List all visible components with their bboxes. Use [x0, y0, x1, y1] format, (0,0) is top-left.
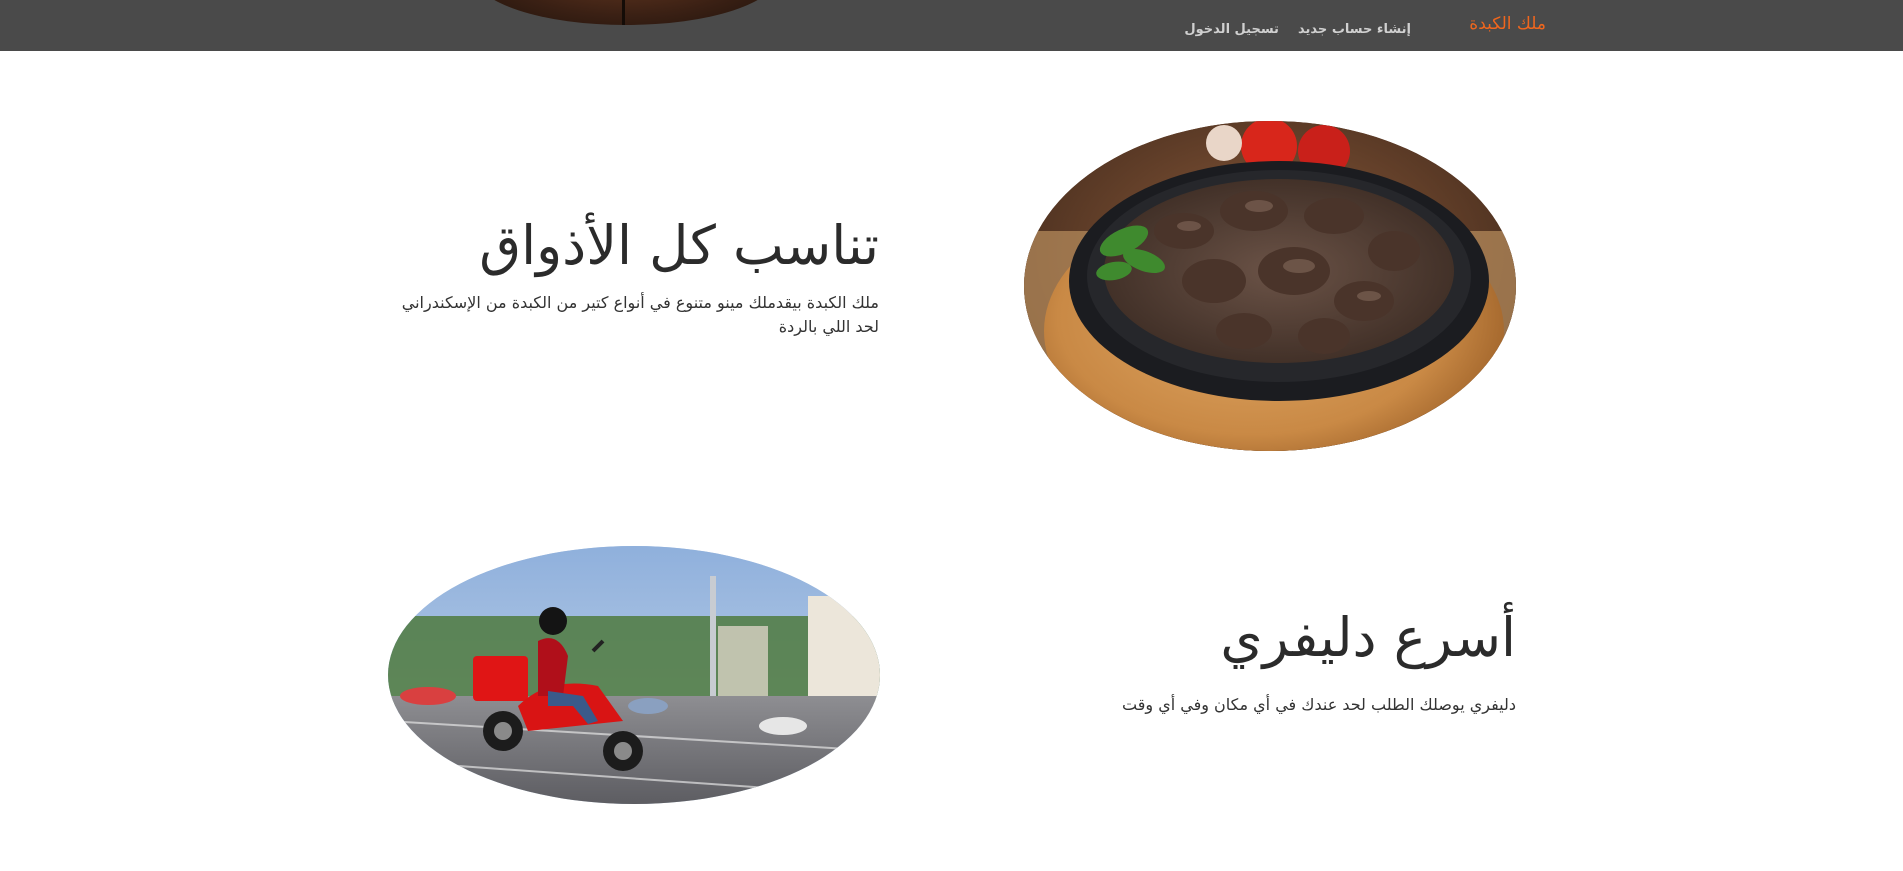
liver-dish-image	[1024, 121, 1516, 451]
delivery-scooter-image	[388, 546, 880, 804]
brand-logo-link[interactable]: ملك الكبدة	[1469, 14, 1546, 34]
login-link[interactable]: تسجيل الدخول	[1184, 22, 1279, 37]
nav-links: إنشاء حساب جديد تسجيل الدخول	[1184, 18, 1411, 37]
feature-heading-delivery: أسرع دليفري	[1220, 606, 1516, 669]
feature-text-variety: ملك الكبدة بيقدملك مينو متنوع في أنواع ك…	[401, 293, 879, 336]
signup-link[interactable]: إنشاء حساب جديد	[1298, 22, 1411, 37]
feature-text-delivery: دليفري يوصلك الطلب لحد عندك في أي مكان و…	[1122, 695, 1516, 714]
navbar: ملك الكبدة إنشاء حساب جديد تسجيل الدخول	[0, 0, 1903, 51]
header-image-partial	[474, 0, 778, 25]
feature-heading-variety: تناسب كل الأذواق	[479, 214, 879, 277]
